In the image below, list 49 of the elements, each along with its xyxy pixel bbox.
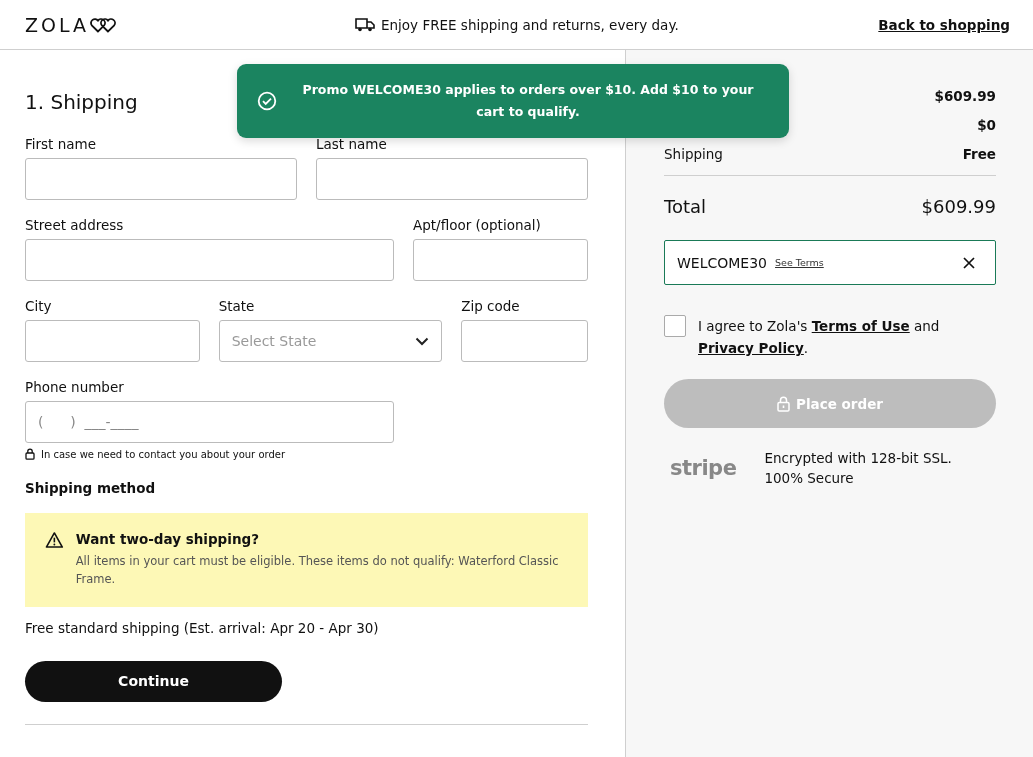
field-label: Phone number [25,379,125,395]
chevron-down-icon [415,336,430,346]
stripe-logo: stripe [670,456,737,480]
input-field[interactable] [25,239,394,281]
summary-value: $0 [977,117,996,135]
privacy-policy-link[interactable]: Privacy Policy [698,340,804,356]
field-label: First name [25,136,97,152]
continue-button[interactable]: Continue [25,660,282,702]
input-field[interactable] [461,320,588,362]
check-circle-icon [257,91,277,111]
back-to-shopping-link[interactable]: Back to shopping [878,16,1010,33]
input-field[interactable] [316,158,588,200]
terms-of-use-link[interactable]: Terms of Use [811,318,910,334]
input-field[interactable] [25,320,200,362]
summary-value: Free [962,146,996,164]
notice-text: All items in your cart must be eligible. These items do not qualify: Waterford Classic Frame. [75,553,560,588]
shipping-method-title: Shipping method [25,480,157,496]
logo-text[interactable]: ZOLA [25,13,89,36]
security-text: Encrypted with 128-bit SSL. [764,450,952,466]
input-field[interactable] [413,239,588,281]
checkbox[interactable] [664,315,686,337]
see-terms-link[interactable]: See Terms [775,257,824,268]
agreement-text: I agree to Zola's Terms of Use and Privacy Policy. [698,317,941,358]
field-label: State [218,298,256,314]
total-value: $609.99 [921,196,996,217]
toast-message: Promo WELCOME30 applies to orders over $10. Add $10 to your cart to qualify. [301,81,755,121]
security-text: 100% Secure [764,470,855,486]
shipping-option-text: Free standard shipping (Est. arrival: Apr 20 - Apr 30) [25,619,380,636]
phone-field[interactable]: ( ) ___-____ [25,401,394,443]
summary-value: $609.99 [934,88,996,106]
field-label: City [25,298,53,314]
field-label: Last name [316,136,388,152]
summary-label: Shipping [664,146,723,164]
field-label: Street address [25,217,125,233]
phone-note: In case we need to contact you about your order [41,448,286,460]
lock-icon [777,395,791,412]
hearts-icon [90,16,116,33]
field-label: Zip code [461,298,521,314]
warning-icon [45,531,64,549]
notice-title: Want two-day shipping? [75,531,260,547]
input-field[interactable] [25,158,297,200]
lock-icon [25,448,35,460]
section-title: 1. Shipping [25,90,138,114]
field-label: Apt/floor (optional) [413,217,542,233]
truck-icon [355,17,375,32]
close-icon[interactable] [963,256,975,269]
promo-code-field[interactable]: WELCOME30 See Terms [664,240,996,285]
promo-banner-text: Enjoy FREE shipping and returns, every day. [381,16,679,33]
total-label: Total [664,196,707,217]
